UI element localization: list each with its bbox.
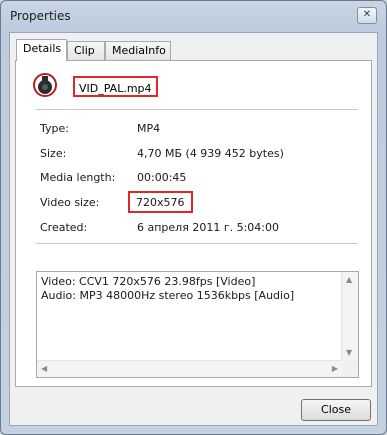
tab-mediainfo[interactable]: MediaInfo — [105, 41, 171, 60]
title-bar[interactable]: Properties ✕ — [1, 1, 386, 31]
size-value: 4,70 МБ (4 939 452 bytes) — [137, 147, 284, 160]
media-length-value: 00:00:45 — [137, 171, 187, 184]
close-icon: ✕ — [362, 9, 372, 20]
scroll-right-icon[interactable]: ▶ — [332, 364, 338, 374]
video-size-value: 720x576 — [128, 191, 193, 213]
scroll-left-icon[interactable]: ◀ — [41, 364, 47, 374]
mediainfo-textbox[interactable]: Video: CCV1 720x576 23.98fps [Video] Aud… — [36, 271, 359, 378]
dialog-client-area: Details Clip MediaInfo VID_PAL.mp4 Type:… — [9, 32, 378, 426]
tab-clip[interactable]: Clip — [67, 41, 105, 60]
video-size-label: Video size: — [40, 196, 100, 209]
created-label: Created: — [40, 221, 88, 234]
scroll-up-icon[interactable]: ▲ — [346, 275, 352, 285]
tab-details[interactable]: Details — [16, 39, 67, 61]
divider — [36, 243, 358, 244]
created-value: 6 апреля 2011 г. 5:04:00 — [137, 221, 279, 234]
type-value: MP4 — [137, 122, 161, 135]
window-title: Properties — [10, 9, 71, 23]
scrollbar-corner — [342, 361, 358, 377]
media-length-label: Media length: — [40, 171, 116, 184]
horizontal-scrollbar[interactable]: ◀ ▶ — [37, 360, 342, 377]
type-label: Type: — [40, 122, 69, 135]
mediainfo-audio-line: Audio: MP3 48000Hz stereo 1536kbps [Audi… — [41, 289, 295, 302]
file-name: VID_PAL.mp4 — [73, 76, 158, 97]
mediainfo-video-line: Video: CCV1 720x576 23.98fps [Video] — [41, 275, 256, 288]
vertical-scrollbar[interactable]: ▲ ▼ — [341, 272, 358, 361]
close-button[interactable]: Close — [301, 399, 371, 421]
window-close-button[interactable]: ✕ — [357, 7, 377, 24]
size-label: Size: — [40, 147, 67, 160]
divider — [36, 109, 358, 110]
media-file-icon — [33, 73, 57, 97]
scroll-down-icon[interactable]: ▼ — [346, 348, 352, 358]
properties-window: Properties ✕ Details Clip MediaInfo VID_… — [0, 0, 387, 435]
details-panel: VID_PAL.mp4 Type: MP4 Size: 4,70 МБ (4 9… — [15, 60, 372, 387]
